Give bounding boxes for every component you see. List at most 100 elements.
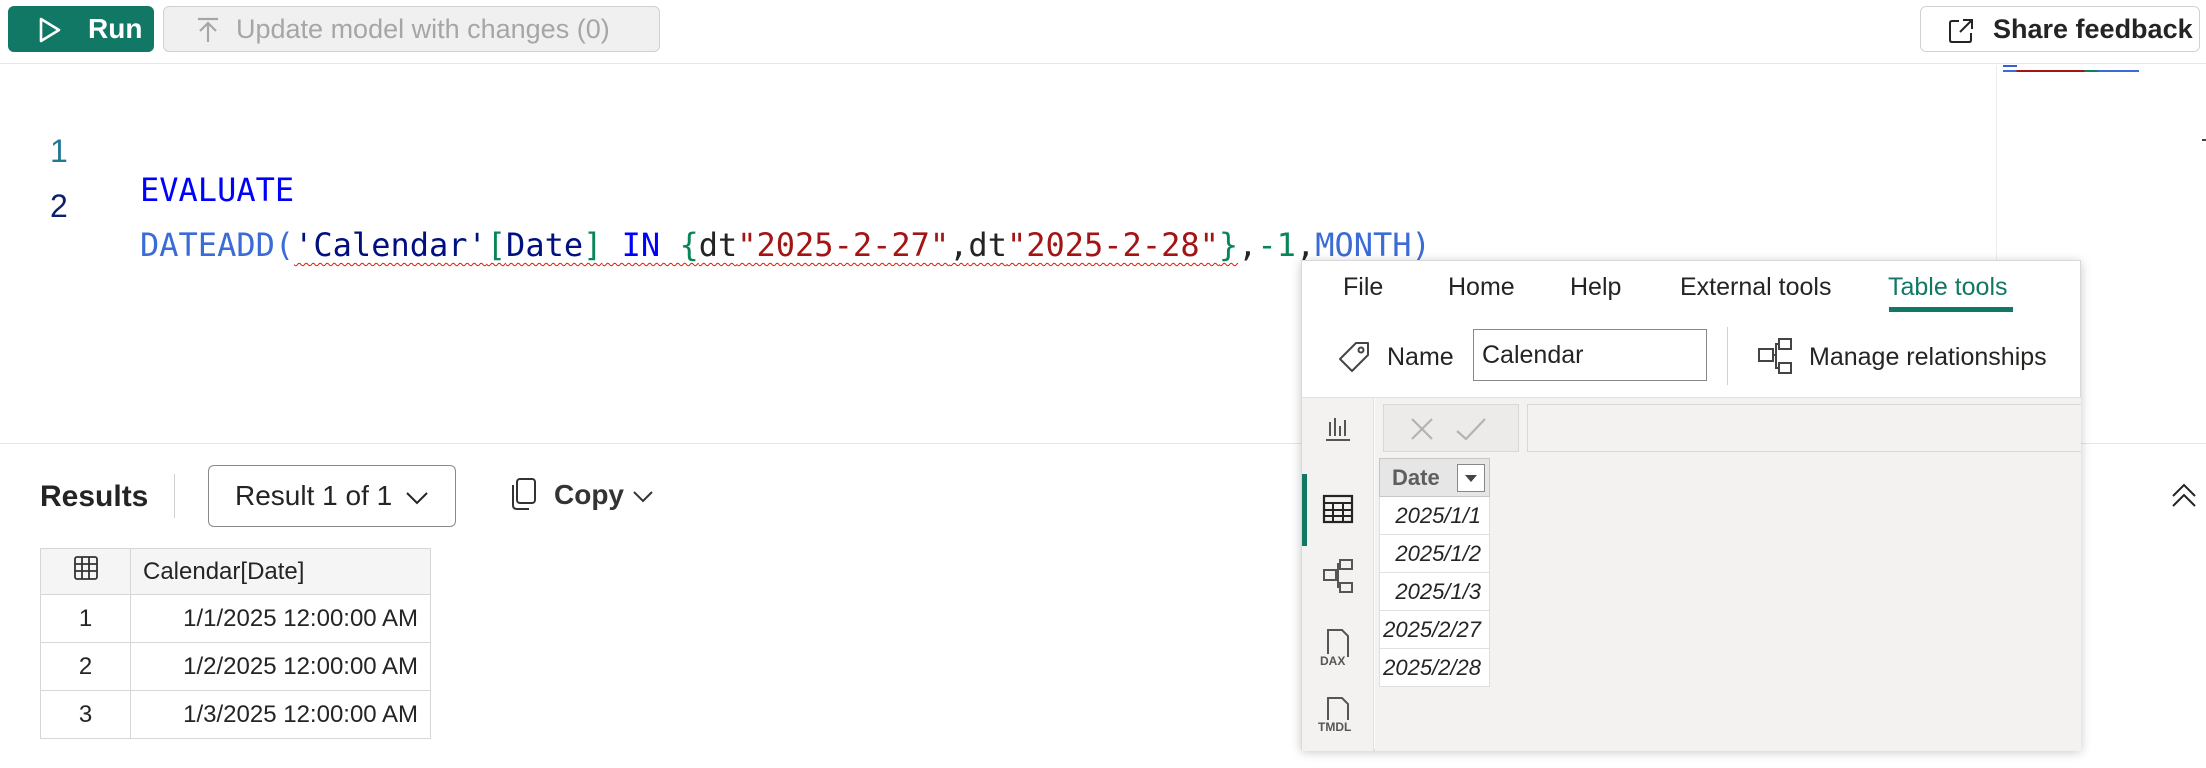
model-view-icon[interactable] — [1322, 558, 1354, 594]
view-switcher: DAX TMDL — [1302, 398, 1374, 751]
tab-table-tools[interactable]: Table tools — [1888, 273, 2008, 302]
minimap-line — [2003, 65, 2017, 67]
token-brace: { — [679, 226, 699, 264]
run-button[interactable]: Run — [8, 6, 154, 52]
update-model-label: Update model with changes (0) — [236, 13, 610, 44]
result-selector-dropdown[interactable]: Result 1 of 1 — [208, 465, 456, 527]
table-row: 3 1/3/2025 12:00:00 AM — [40, 690, 431, 739]
row-number: 1 — [40, 594, 131, 643]
token-comma: , — [1238, 226, 1258, 264]
cell-value[interactable]: 1/1/2025 12:00:00 AM — [130, 594, 431, 643]
formula-bar[interactable] — [1527, 404, 2081, 452]
token-keyword-month: MONTH — [1315, 226, 1412, 264]
table-name-input[interactable]: Calendar — [1473, 329, 1707, 381]
play-icon — [39, 17, 61, 43]
table-view-icon[interactable] — [1322, 494, 1354, 524]
table-row: 2025/1/2 — [1379, 534, 1490, 573]
copy-button[interactable]: Copy — [510, 475, 653, 515]
table-row: 2025/1/3 — [1379, 572, 1490, 611]
report-view-icon[interactable] — [1322, 412, 1354, 444]
code-text: DATEADD('Calendar'[Date] IN {dt"2025-2-2… — [140, 226, 1431, 264]
share-icon — [1949, 19, 1973, 43]
tab-file[interactable]: File — [1343, 273, 1383, 302]
close-icon[interactable] — [1408, 415, 1436, 443]
table-row: 1 1/1/2025 12:00:00 AM — [40, 594, 431, 643]
cell-value[interactable]: 2025/2/27 — [1379, 610, 1490, 649]
share-feedback-label: Share feedback — [1993, 13, 2193, 44]
minimap-line — [2003, 70, 2139, 72]
table-row: 2 1/2/2025 12:00:00 AM — [40, 642, 431, 691]
token-column: Date — [506, 226, 584, 264]
token-string: "2025-2-27" — [737, 226, 950, 264]
data-table: Date 2025/1/1 2025/1/2 2025/1/3 2025/2/2… — [1379, 458, 1490, 687]
table-header-row: Calendar[Date] — [40, 548, 431, 595]
tab-external-tools[interactable]: External tools — [1680, 273, 1831, 302]
data-view-area: Date 2025/1/1 2025/1/2 2025/1/3 2025/2/2… — [1375, 398, 2081, 751]
token-dt: dt — [968, 226, 1007, 264]
chevron-down-icon — [633, 491, 653, 503]
token-comma: , — [1295, 226, 1316, 264]
cell-value[interactable]: 2025/1/1 — [1379, 496, 1490, 535]
token-string: "2025-2-28" — [1006, 226, 1219, 264]
code-line-2: 2 DATEADD('Calendar'[Date] IN {dt"2025-2… — [0, 150, 1431, 264]
collapse-icon[interactable] — [2170, 482, 2198, 508]
manage-relationships-icon[interactable] — [1757, 337, 1793, 375]
dax-label: DAX — [1318, 654, 1348, 668]
update-model-button[interactable]: Update model with changes (0) — [163, 6, 660, 52]
results-table: Calendar[Date] 1 1/1/2025 12:00:00 AM 2 … — [40, 548, 431, 739]
results-title: Results — [40, 480, 149, 513]
table-row: 2025/2/27 — [1379, 610, 1490, 649]
table-header-row: Date — [1379, 458, 1490, 497]
active-tab-indicator — [1889, 307, 2013, 312]
formula-commit-controls — [1383, 404, 1519, 452]
minimap-marker — [2202, 139, 2206, 141]
code-line-1: 1 EVALUATE — [0, 95, 294, 209]
manage-relationships-label[interactable]: Manage relationships — [1809, 343, 2047, 372]
column-header-label: Date — [1392, 464, 1440, 490]
column-header[interactable]: Calendar[Date] — [130, 548, 431, 595]
token-table: 'Calendar' — [294, 226, 487, 264]
token-number: -1 — [1257, 226, 1296, 264]
share-feedback-button[interactable]: Share feedback — [1920, 6, 2200, 52]
column-filter-button[interactable] — [1457, 464, 1485, 492]
dax-query-view-icon[interactable]: DAX — [1318, 628, 1358, 670]
divider — [1727, 327, 1728, 385]
tag-icon — [1339, 342, 1369, 372]
tmdl-label: TMDL — [1316, 720, 1354, 734]
error-squiggle: 'Calendar'[Date] IN {dt"2025-2-27",dt"20… — [294, 226, 1238, 264]
arrow-up-icon — [198, 17, 218, 42]
caret-down-icon — [1465, 475, 1477, 482]
token-bracket: [ — [486, 226, 507, 264]
chevron-down-icon — [406, 492, 428, 505]
ribbon-menu: File Home Help External tools Table tool… — [1302, 261, 2082, 313]
table-grid-header — [40, 548, 131, 595]
line-number: 2 — [50, 188, 68, 224]
cell-value[interactable]: 2025/1/3 — [1379, 572, 1490, 611]
name-label: Name — [1387, 343, 1454, 371]
cell-value[interactable]: 2025/1/2 — [1379, 534, 1490, 573]
table-row: 2025/2/28 — [1379, 648, 1490, 687]
cell-value[interactable]: 2025/2/28 — [1379, 648, 1490, 687]
token-bracket: ] — [583, 226, 603, 264]
tab-home[interactable]: Home — [1448, 273, 1515, 302]
token-comma: , — [949, 226, 969, 264]
column-header-date[interactable]: Date — [1379, 458, 1490, 497]
row-number: 3 — [40, 690, 131, 739]
token-brace: } — [1218, 226, 1239, 264]
active-view-indicator — [1302, 474, 1307, 546]
checkmark-icon[interactable] — [1454, 415, 1488, 443]
table-row: 2025/1/1 — [1379, 496, 1490, 535]
token-dt: dt — [698, 226, 738, 264]
toolbar: Run Update model with changes (0) Share … — [0, 0, 2206, 64]
token-function: DATEADD( — [140, 226, 295, 264]
row-number: 2 — [40, 642, 131, 691]
token-paren: ) — [1411, 226, 1431, 264]
cell-value[interactable]: 1/2/2025 12:00:00 AM — [130, 642, 431, 691]
tmdl-view-icon[interactable]: TMDL — [1316, 696, 1360, 740]
power-bi-table-tools-panel: File Home Help External tools Table tool… — [1301, 260, 2082, 751]
result-selector-label: Result 1 of 1 — [235, 480, 393, 511]
token-keyword: IN — [602, 226, 680, 264]
tab-help[interactable]: Help — [1570, 273, 1621, 302]
cell-value[interactable]: 1/3/2025 12:00:00 AM — [130, 690, 431, 739]
ribbon: Name Calendar Manage relationships — [1302, 313, 2082, 398]
